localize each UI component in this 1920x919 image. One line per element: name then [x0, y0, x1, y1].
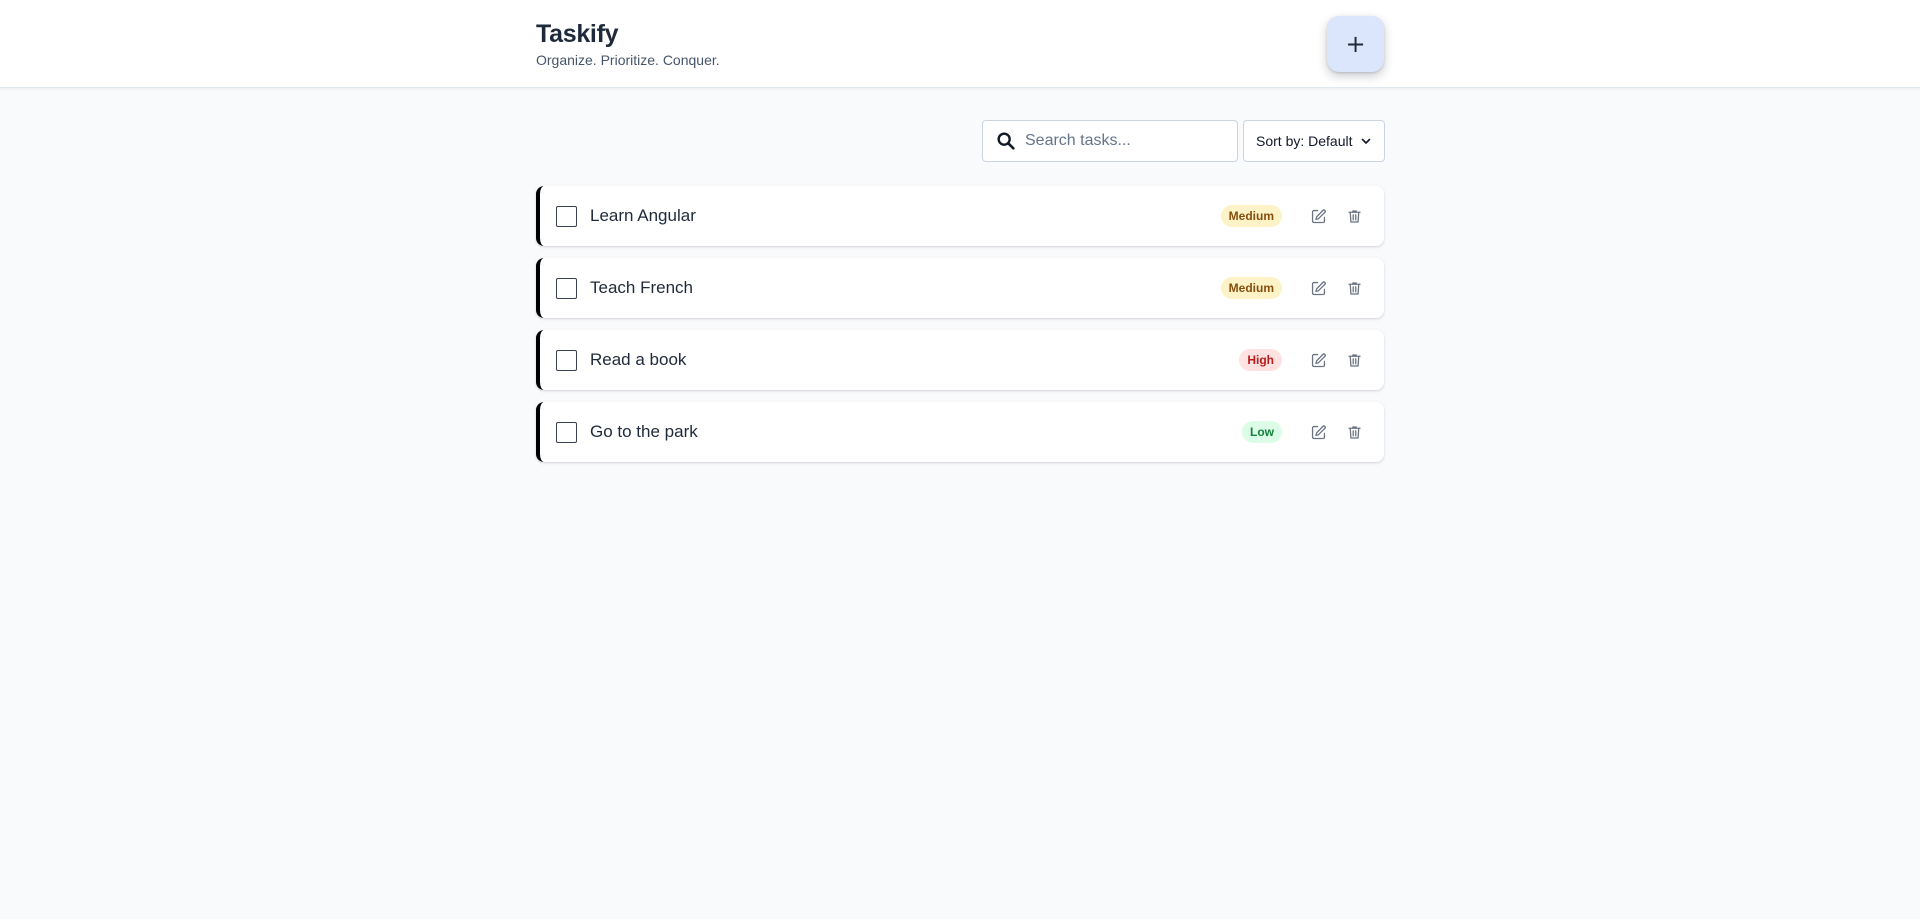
app-header: Taskify Organize. Prioritize. Conquer. + — [0, 0, 1920, 88]
priority-badge: Medium — [1220, 205, 1282, 227]
task-item: Read a book High — [536, 330, 1384, 390]
brand: Taskify Organize. Prioritize. Conquer. — [536, 19, 720, 69]
toolbar: Sort by: Default — [982, 120, 1385, 162]
task-title: Read a book — [590, 350, 687, 369]
trash-icon — [1347, 209, 1361, 223]
search-input[interactable] — [1025, 132, 1225, 150]
search-box[interactable] — [982, 120, 1238, 162]
edit-button[interactable] — [1306, 420, 1330, 444]
task-item: Go to the park Low — [536, 402, 1384, 462]
delete-button[interactable] — [1342, 276, 1366, 300]
edit-button[interactable] — [1306, 276, 1330, 300]
delete-button[interactable] — [1342, 204, 1366, 228]
task-title: Learn Angular — [590, 206, 696, 225]
task-list: Learn Angular Medium Teach French Medium — [536, 186, 1384, 474]
plus-icon: + — [1345, 30, 1366, 58]
task-title: Go to the park — [590, 422, 698, 441]
task-checkbox[interactable] — [556, 349, 577, 371]
task-checkbox[interactable] — [556, 205, 577, 227]
sort-label: Sort by: Default — [1256, 133, 1353, 149]
task-item: Teach French Medium — [536, 258, 1384, 318]
delete-button[interactable] — [1342, 348, 1366, 372]
priority-badge: High — [1239, 349, 1282, 371]
priority-badge: Low — [1242, 421, 1282, 443]
task-checkbox[interactable] — [556, 277, 577, 299]
app-title: Taskify — [536, 20, 619, 48]
trash-icon — [1347, 353, 1361, 367]
app-tagline: Organize. Prioritize. Conquer. — [536, 52, 720, 68]
task-item: Learn Angular Medium — [536, 186, 1384, 246]
sort-select[interactable]: Sort by: Default — [1243, 120, 1385, 162]
chevron-down-icon — [1361, 138, 1371, 144]
edit-icon — [1311, 280, 1326, 295]
trash-icon — [1347, 425, 1361, 439]
edit-button[interactable] — [1306, 348, 1330, 372]
edit-icon — [1311, 352, 1326, 367]
edit-icon — [1311, 424, 1326, 439]
edit-icon — [1311, 208, 1326, 223]
priority-badge: Medium — [1220, 277, 1282, 299]
task-title: Teach French — [590, 278, 693, 297]
delete-button[interactable] — [1342, 420, 1366, 444]
trash-icon — [1347, 281, 1361, 295]
edit-button[interactable] — [1306, 204, 1330, 228]
task-checkbox[interactable] — [556, 421, 577, 443]
add-task-button[interactable]: + — [1327, 16, 1384, 72]
search-icon — [997, 132, 1015, 150]
